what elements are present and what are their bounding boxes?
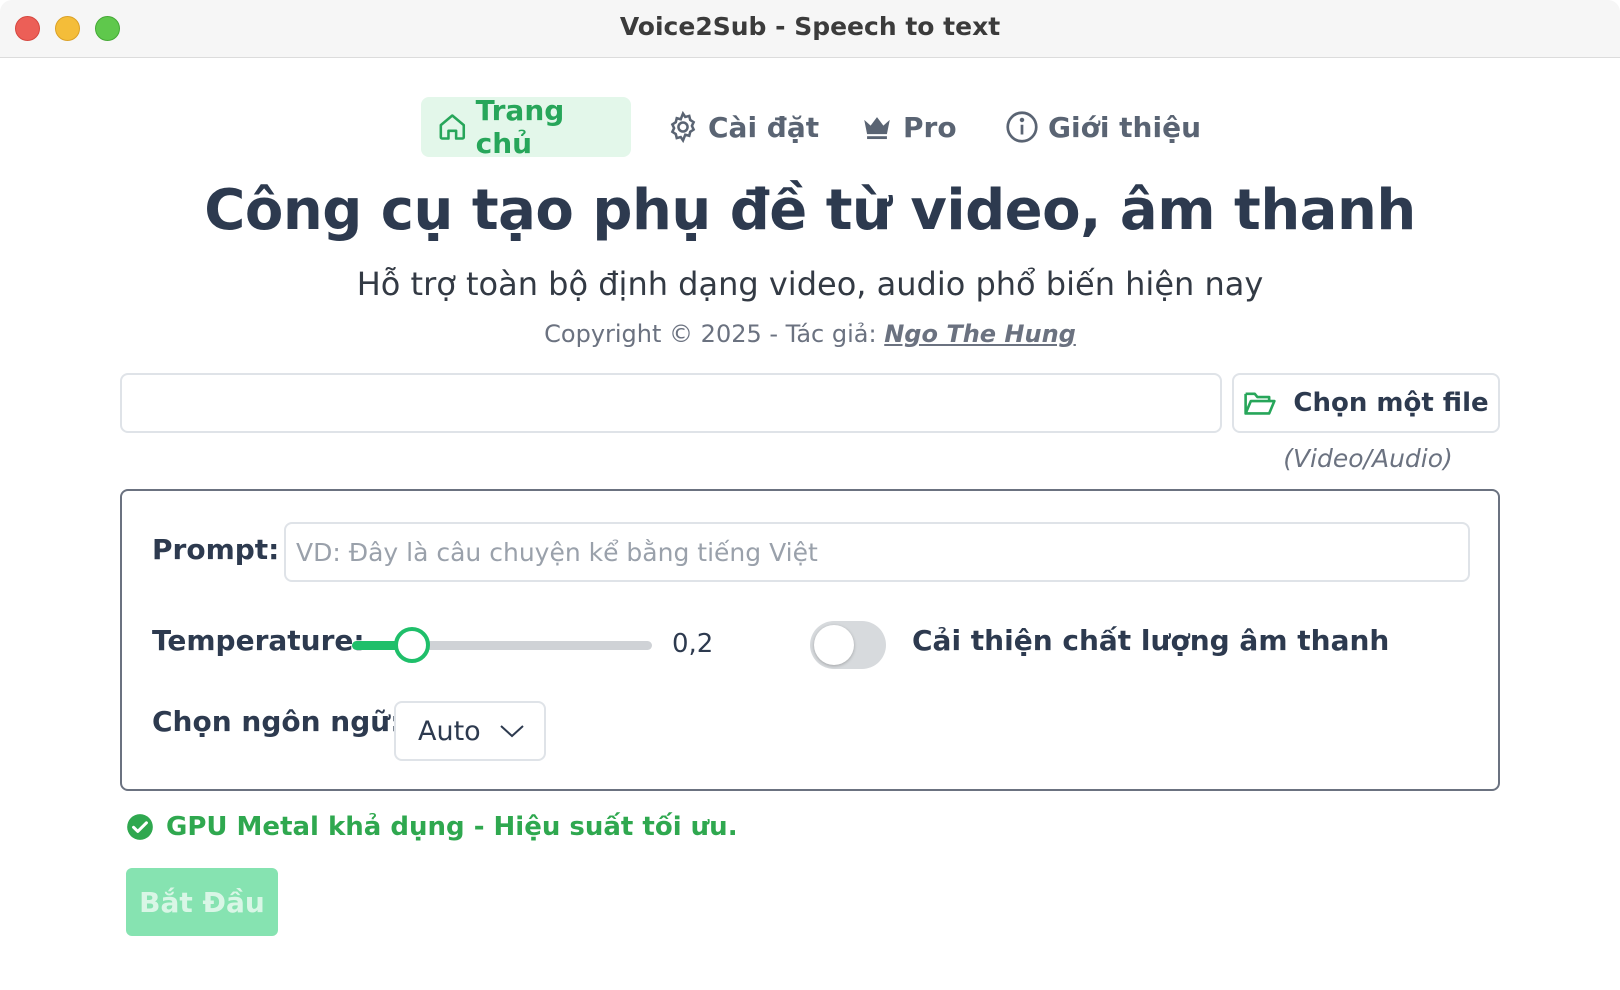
check-circle-icon: [127, 814, 153, 840]
nav-tab-home[interactable]: Trang chủ: [421, 94, 631, 160]
nav-tab-pro-label: Pro: [903, 110, 957, 144]
language-select[interactable]: Auto: [394, 701, 546, 761]
nav-tab-pro[interactable]: Pro: [843, 97, 973, 157]
nav-tab-home-label: Trang chủ: [475, 94, 565, 160]
chevron-down-icon: [500, 725, 524, 738]
main-nav: Trang chủ Cài đặt Pro Giới thiệu: [0, 94, 1620, 160]
toggle-knob: [814, 625, 854, 665]
prompt-label: Prompt:: [152, 533, 280, 566]
author-link[interactable]: Ngo The Hung: [884, 320, 1076, 348]
temperature-slider[interactable]: [352, 627, 652, 663]
gear-icon: [670, 110, 696, 144]
window-title: Voice2Sub - Speech to text: [619, 12, 1001, 41]
title-bar: Voice2Sub - Speech to text: [0, 0, 1620, 58]
options-panel: Prompt: Temperature: 0,2 Cải thiện chất …: [120, 489, 1500, 791]
start-button[interactable]: Bắt Đầu: [126, 868, 278, 936]
nav-tab-settings[interactable]: Cài đặt: [650, 97, 835, 157]
crown-icon: [864, 117, 890, 140]
file-path-input[interactable]: [120, 373, 1222, 433]
nav-tab-settings-label: Cài đặt: [708, 110, 820, 144]
home-icon: [439, 114, 466, 140]
temperature-label: Temperature:: [152, 624, 365, 657]
enhance-audio-label: Cải thiện chất lượng âm thanh: [912, 624, 1390, 657]
info-icon: [1006, 111, 1038, 143]
page-title: Công cụ tạo phụ đề từ video, âm thanh: [204, 178, 1416, 243]
prompt-input[interactable]: [284, 522, 1470, 582]
nav-tab-about[interactable]: Giới thiệu: [988, 97, 1217, 157]
enhance-audio-toggle[interactable]: [810, 621, 886, 669]
page-subtitle: Hỗ trợ toàn bộ định dạng video, audio ph…: [356, 265, 1264, 303]
gpu-status-text: GPU Metal khả dụng - Hiệu suất tối ưu.: [166, 812, 738, 842]
copyright-line: Copyright © 2025 - Tác giả: Ngo The Hung: [0, 320, 1620, 348]
temperature-value: 0,2: [672, 629, 714, 659]
language-label: Chọn ngôn ngữ:: [152, 705, 402, 738]
copyright-text: Copyright © 2025 - Tác giả:: [544, 320, 877, 348]
temperature-slider-thumb[interactable]: [394, 627, 430, 663]
folder-open-icon: [1244, 392, 1277, 415]
file-type-hint: (Video/Audio): [1283, 444, 1453, 473]
nav-tab-about-label: Giới thiệu: [1048, 110, 1202, 144]
language-select-value: Auto: [418, 715, 481, 747]
choose-file-label: Chọn một file: [1293, 388, 1489, 418]
choose-file-button[interactable]: Chọn một file: [1232, 373, 1500, 433]
gpu-status: GPU Metal khả dụng - Hiệu suất tối ưu.: [126, 812, 738, 842]
